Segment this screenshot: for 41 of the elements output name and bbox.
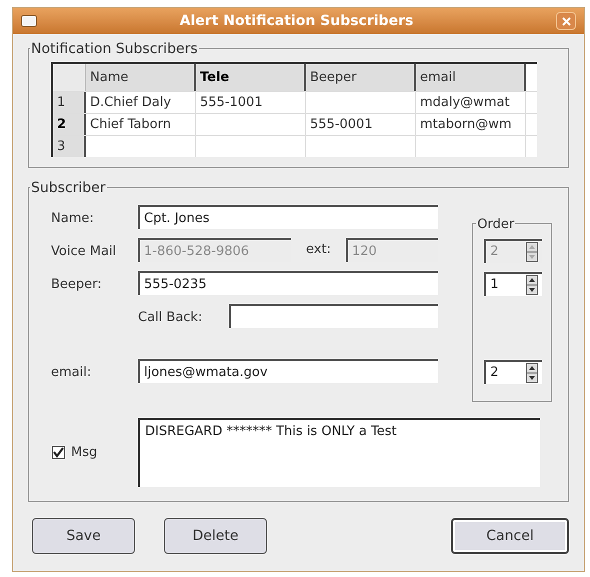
checkmark-icon [53,447,64,458]
column-header[interactable]: Name [86,64,196,91]
table-cell: mtaborn@wm [416,114,526,135]
field-label: Beeper: [51,277,102,292]
text-field[interactable]: 555-0235 [138,271,438,295]
order-spinner[interactable]: 1 [484,272,542,296]
order-spinner[interactable]: 2 [484,360,542,384]
window-menu-icon[interactable] [21,15,37,27]
up-down-arrows-icon[interactable] [526,275,538,295]
table-cell: mdaly@wmat [416,92,526,113]
up-down-arrows-icon[interactable] [526,363,538,383]
column-header[interactable]: email [416,64,526,91]
text-field[interactable]: ljones@wmata.gov [138,359,438,383]
field-label: Call Back: [138,310,202,325]
table-cell: Chief Taborn [86,114,196,135]
spinner-value: 1 [489,276,500,294]
text-field[interactable]: Cpt. Jones [138,205,438,229]
dialog-button[interactable]: Cancel [451,518,569,554]
spinner-value: 2 [489,243,500,262]
row-header[interactable]: 1 [53,92,86,113]
dialog-button[interactable]: Delete [164,518,267,554]
corner-cell [53,64,86,91]
message-field[interactable]: DISREGARD ******* This is ONLY a Test [138,418,540,487]
column-header[interactable]: Tele [196,64,306,91]
column-header[interactable]: Beeper [306,64,416,91]
field-label: email: [51,365,92,380]
close-button[interactable] [556,12,576,30]
field-label: Voice Mail [51,244,116,259]
table-cell: 555-1001 [196,92,306,113]
field-label: Name: [51,211,94,226]
table-cell: 555-0001 [306,114,416,135]
field-label: ext: [306,241,332,260]
row-header[interactable]: 2 [53,114,86,135]
table-cell: D.Chief Daly [86,92,196,113]
msg-checkbox[interactable]: Msg [51,442,138,462]
text-field[interactable] [229,304,438,328]
spinner-value: 2 [489,364,500,382]
window-title: Alert Notification Subscribers [178,12,414,30]
row-header[interactable]: 3 [53,136,86,157]
dialog-button[interactable]: Save [32,518,135,554]
close-icon [562,16,570,26]
